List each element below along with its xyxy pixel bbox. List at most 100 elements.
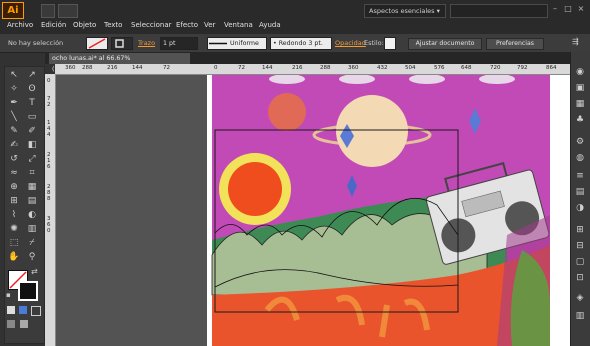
menu-ventana[interactable]: Ventana: [224, 21, 253, 29]
close-button[interactable]: ×: [575, 3, 587, 15]
brush-dropdown[interactable]: • Redondo 3 pt.: [270, 37, 332, 50]
menu-archivo[interactable]: Archivo: [7, 21, 33, 29]
maximize-button[interactable]: □: [562, 3, 574, 15]
blob-brush-tool-icon[interactable]: ✍: [7, 139, 21, 151]
menu-ver[interactable]: Ver: [204, 21, 215, 29]
menu-objeto[interactable]: Objeto: [73, 21, 96, 29]
stroke-panel-icon[interactable]: ≡: [573, 170, 587, 182]
stroke-profile-dropdown[interactable]: Uniforme: [207, 37, 267, 50]
app-logo: Ai: [2, 2, 24, 19]
stroke-weight-field[interactable]: 1 pt: [160, 37, 198, 50]
swap-colors-icon[interactable]: ⇄: [31, 267, 38, 276]
transform-panel-icon[interactable]: ⊡: [573, 272, 587, 284]
menu-efecto[interactable]: Efecto: [176, 21, 198, 29]
arrange-documents-icon[interactable]: [58, 4, 78, 18]
ruler-mark: 0: [47, 78, 51, 84]
eraser-tool-icon[interactable]: ◧: [25, 139, 39, 151]
gradient-tool-icon[interactable]: ▤: [25, 195, 39, 207]
menu-texto[interactable]: Texto: [104, 21, 122, 29]
pencil-tool-icon[interactable]: ✐: [25, 125, 39, 137]
ruler-mark: 0: [214, 65, 218, 71]
search-field[interactable]: [450, 4, 548, 18]
ruler-mark: 0: [47, 228, 51, 234]
gradient-panel-icon[interactable]: ▤: [573, 186, 587, 198]
artboard-tool-icon[interactable]: ⬚: [7, 237, 21, 249]
shape-builder-tool-icon[interactable]: ⊕: [7, 181, 21, 193]
rotate-tool-icon[interactable]: ↺: [7, 153, 21, 165]
ruler-mark: 8: [47, 196, 51, 202]
bridge-icon[interactable]: [41, 4, 55, 18]
vertical-ruler: 0 7 2 1 4 4 2 1 6 2 8 8 3 6 0: [45, 74, 56, 346]
artboards-panel-icon[interactable]: ▥: [573, 310, 587, 322]
column-graph-tool-icon[interactable]: ▥: [25, 223, 39, 235]
sun: [228, 162, 282, 216]
zoom-tool-icon[interactable]: ⚲: [25, 251, 39, 263]
magic-wand-tool-icon[interactable]: ✧: [7, 83, 21, 95]
layers-panel-icon[interactable]: ◈: [573, 292, 587, 304]
ruler-marks: 360 288 216 144 72 0 72 144 216 288 360 …: [55, 64, 570, 74]
pen-tool-icon[interactable]: ✒: [7, 97, 21, 109]
screen-mode-icon[interactable]: [20, 320, 28, 328]
stroke-swatch[interactable]: [111, 37, 133, 50]
document-tab[interactable]: ocho lunas.ai* al 66.67% (RGB/Previsuali…: [49, 53, 190, 73]
stroke-line-icon: [209, 42, 227, 45]
document-setup-button[interactable]: Ajustar documento: [408, 38, 482, 50]
ruler-mark: 648: [461, 65, 472, 71]
ruler-mark: 6: [47, 164, 51, 170]
workspace-switcher[interactable]: Aspectos esenciales ▾: [364, 4, 446, 18]
blend-tool-icon[interactable]: ◐: [25, 209, 39, 221]
selection-tool-icon[interactable]: ↖: [7, 69, 21, 81]
line-tool-icon[interactable]: ╲: [7, 111, 21, 123]
opacity-label[interactable]: Opacidad: [335, 39, 366, 47]
gradient-mode-icon[interactable]: [19, 306, 27, 314]
symbols-panel-icon[interactable]: ⚙: [573, 136, 587, 148]
ruler-mark: 360: [65, 65, 76, 71]
menu-seleccionar[interactable]: Seleccionar: [131, 21, 172, 29]
perspective-grid-tool-icon[interactable]: ▦: [25, 181, 39, 193]
fill-swatch[interactable]: [86, 37, 108, 50]
minimize-button[interactable]: –: [549, 3, 561, 15]
ruler-mark: 432: [377, 65, 388, 71]
width-tool-icon[interactable]: ≈: [7, 167, 21, 179]
ruler-mark: 216: [292, 65, 303, 71]
type-tool-icon[interactable]: T: [25, 97, 39, 109]
eyedropper-tool-icon[interactable]: ⌇: [7, 209, 21, 221]
color-mode-icon[interactable]: [7, 306, 15, 314]
appearance-panel-icon[interactable]: ⊞: [573, 224, 587, 236]
scale-tool-icon[interactable]: ⤢: [25, 153, 39, 165]
default-colors-icon[interactable]: ▪: [6, 291, 11, 299]
rectangle-tool-icon[interactable]: ▭: [25, 111, 39, 123]
hand-tool-icon[interactable]: ✋: [7, 251, 21, 263]
ruler-mark: 504: [405, 65, 416, 71]
pathfinder-panel-icon[interactable]: ▢: [573, 256, 587, 268]
align-panel-icon[interactable]: ⊟: [573, 240, 587, 252]
lasso-tool-icon[interactable]: ʘ: [25, 83, 39, 95]
ruler-mark: 2: [47, 102, 51, 108]
style-swatch[interactable]: [384, 37, 396, 50]
direct-selection-tool-icon[interactable]: ↗: [25, 69, 39, 81]
color-panel-icon[interactable]: ◉: [573, 66, 587, 78]
stroke-color-swatch[interactable]: [18, 281, 38, 301]
none-mode-icon[interactable]: [31, 306, 41, 316]
preferences-button[interactable]: Preferencias: [486, 38, 544, 50]
swatches-panel-icon[interactable]: ▦: [573, 98, 587, 110]
panel-menu-icon[interactable]: ⇶: [572, 37, 579, 46]
menu-ayuda[interactable]: Ayuda: [259, 21, 281, 29]
symbol-sprayer-tool-icon[interactable]: ✺: [7, 223, 21, 235]
artwork[interactable]: [207, 75, 570, 346]
ruler-mark: 216: [107, 65, 118, 71]
menu-edicion[interactable]: Edición: [41, 21, 66, 29]
ruler-mark: 360: [348, 65, 359, 71]
graphic-styles-panel-icon[interactable]: ◍: [573, 152, 587, 164]
free-transform-tool-icon[interactable]: ⌗: [25, 167, 39, 179]
color-guide-panel-icon[interactable]: ▣: [573, 82, 587, 94]
ruler-mark: 792: [517, 65, 528, 71]
draw-normal-icon[interactable]: [7, 320, 15, 328]
stroke-label[interactable]: Trazo: [138, 39, 155, 47]
transparency-panel-icon[interactable]: ◑: [573, 202, 587, 214]
brushes-panel-icon[interactable]: ♣: [573, 114, 587, 126]
mesh-tool-icon[interactable]: ⊞: [7, 195, 21, 207]
no-fill-icon: [88, 38, 106, 49]
paintbrush-tool-icon[interactable]: ✎: [7, 125, 21, 137]
slice-tool-icon[interactable]: ⌿: [25, 237, 39, 249]
